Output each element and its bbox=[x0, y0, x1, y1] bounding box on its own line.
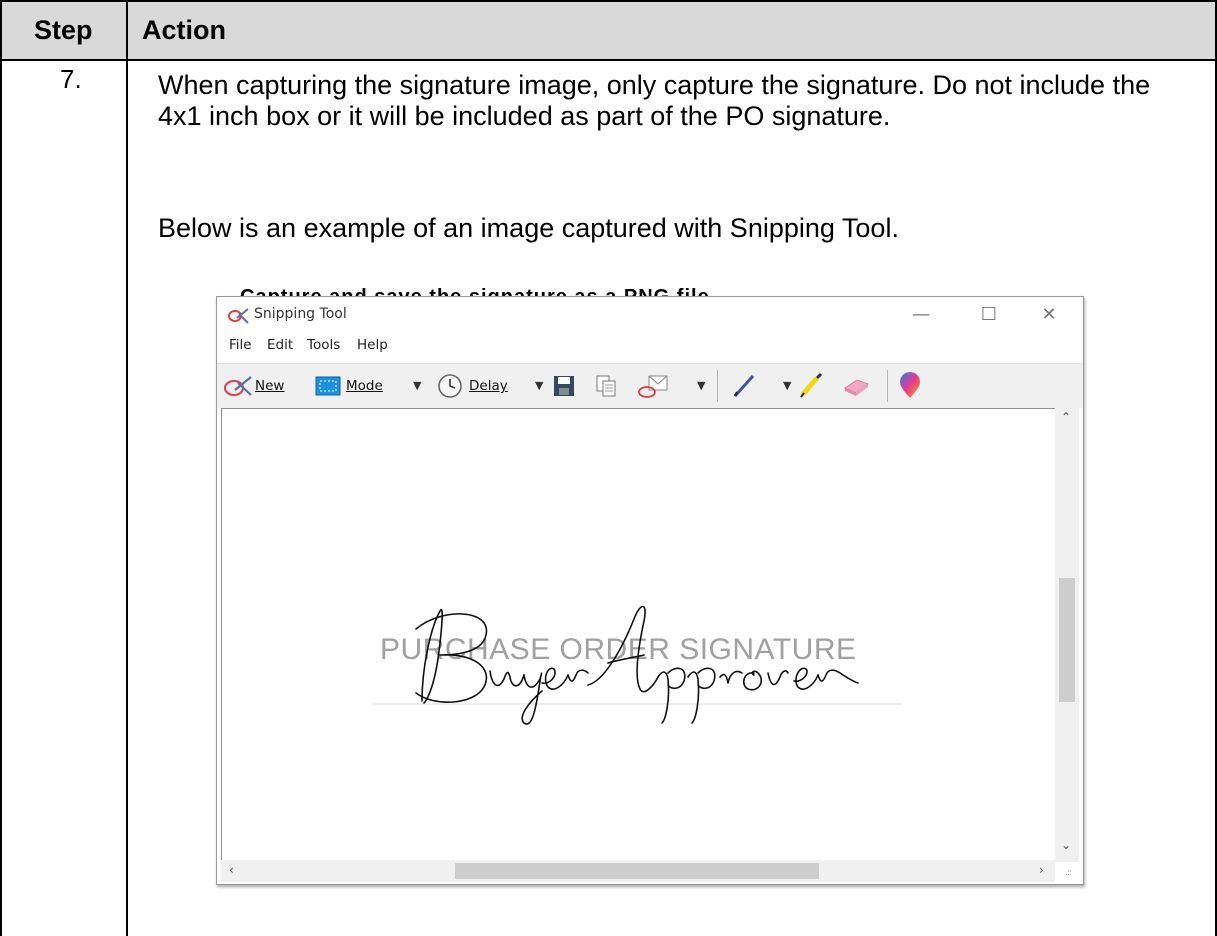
header-action: Action bbox=[142, 15, 226, 45]
eraser-button[interactable] bbox=[841, 372, 871, 400]
send-dropdown-icon[interactable]: ▼ bbox=[697, 372, 705, 400]
title-bar: Snipping Tool — ☐ ✕ bbox=[217, 297, 1083, 333]
pen-dropdown-icon[interactable]: ▼ bbox=[783, 372, 791, 400]
handwritten-signature bbox=[415, 605, 859, 725]
highlighter-button[interactable] bbox=[797, 372, 825, 400]
header-step: Step bbox=[34, 15, 93, 45]
pen-button[interactable] bbox=[731, 372, 759, 400]
highlighter-icon bbox=[800, 372, 823, 398]
save-icon bbox=[554, 376, 574, 396]
delay-dropdown-icon[interactable]: ▼ bbox=[535, 372, 543, 400]
scroll-down-icon[interactable]: ⌄ bbox=[1061, 838, 1071, 852]
table-column-divider bbox=[126, 0, 128, 936]
toolbar: New Mode ▼ Delay ▼ ▼ ▼ bbox=[217, 363, 1083, 408]
eraser-icon bbox=[843, 379, 870, 396]
send-snip-button[interactable] bbox=[637, 372, 671, 400]
new-snip-icon bbox=[224, 376, 252, 396]
step-number: 7. bbox=[60, 64, 82, 94]
table-border-left bbox=[0, 0, 2, 936]
clock-icon bbox=[438, 374, 462, 398]
vertical-scroll-thumb[interactable] bbox=[1059, 578, 1075, 702]
horizontal-scrollbar[interactable]: ‹ › bbox=[221, 860, 1055, 882]
delay-button[interactable]: Delay bbox=[437, 372, 508, 400]
menu-help[interactable]: Help bbox=[357, 337, 388, 353]
horizontal-scroll-thumb[interactable] bbox=[455, 863, 819, 879]
mode-dropdown-icon[interactable]: ▼ bbox=[413, 372, 421, 400]
toolbar-separator-2 bbox=[887, 370, 888, 402]
mode-label: Mode bbox=[346, 378, 383, 394]
scroll-left-icon[interactable]: ‹ bbox=[229, 863, 234, 877]
snipping-tool-window: Snipping Tool — ☐ ✕ File Edit Tools Help… bbox=[216, 296, 1084, 885]
email-icon bbox=[638, 375, 668, 398]
snip-canvas: PURCHASE ORDER SIGNATURE bbox=[221, 408, 1056, 861]
example-caption: Below is an example of an image captured… bbox=[158, 213, 899, 243]
edit-with-paint3d-button[interactable] bbox=[897, 372, 923, 400]
copy-icon bbox=[596, 375, 616, 397]
snipping-tool-icon bbox=[228, 308, 249, 324]
scroll-up-icon[interactable]: ⌃ bbox=[1061, 410, 1071, 424]
delay-label: Delay bbox=[469, 378, 508, 394]
toolbar-separator bbox=[717, 370, 718, 402]
window-title: Snipping Tool bbox=[254, 306, 347, 322]
menu-bar: File Edit Tools Help bbox=[217, 337, 1083, 361]
close-button[interactable]: ✕ bbox=[1027, 301, 1071, 329]
new-label: New bbox=[255, 378, 285, 394]
menu-edit[interactable]: Edit bbox=[267, 337, 293, 353]
instruction-paragraph: When capturing the signature image, only… bbox=[158, 70, 1151, 131]
minimize-button[interactable]: — bbox=[899, 301, 943, 329]
scroll-right-icon[interactable]: › bbox=[1039, 863, 1044, 877]
new-button[interactable]: New bbox=[223, 372, 284, 400]
maximize-button[interactable]: ☐ bbox=[967, 301, 1011, 329]
menu-file[interactable]: File bbox=[229, 337, 252, 353]
rectangle-mode-icon bbox=[315, 376, 341, 396]
mode-button[interactable]: Mode bbox=[315, 372, 383, 400]
pen-icon bbox=[733, 374, 755, 398]
copy-button[interactable] bbox=[595, 372, 617, 400]
menu-tools[interactable]: Tools bbox=[307, 337, 340, 353]
paint3d-icon bbox=[900, 372, 920, 398]
resize-grip-icon[interactable]: .:: bbox=[1065, 868, 1072, 878]
save-button[interactable] bbox=[553, 372, 575, 400]
vertical-scrollbar[interactable]: ⌃ ⌄ bbox=[1055, 408, 1079, 862]
